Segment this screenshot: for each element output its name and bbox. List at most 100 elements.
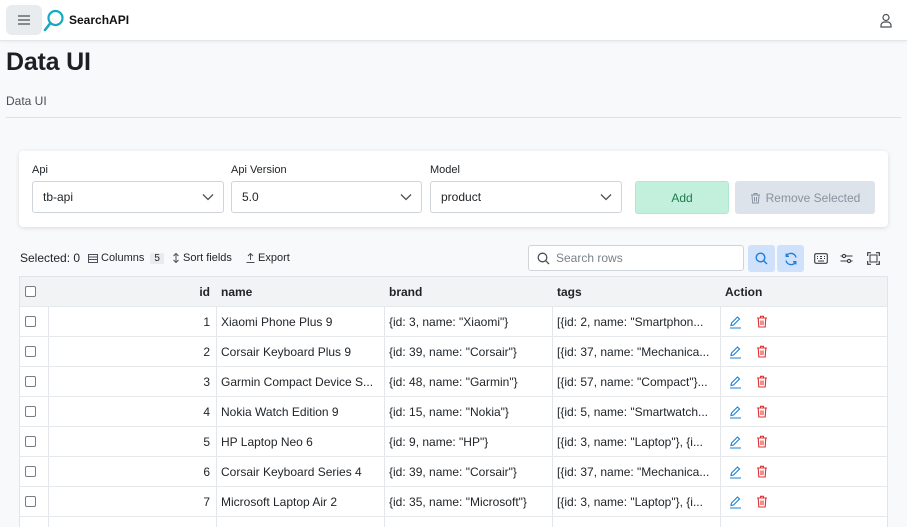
api-label: Api bbox=[32, 164, 48, 176]
table-row: 4 Nokia Watch Edition 9 {id: 15, name: "No… bbox=[20, 397, 887, 427]
edit-icon[interactable] bbox=[729, 435, 742, 449]
fullscreen-button[interactable] bbox=[860, 245, 887, 272]
export-icon bbox=[246, 253, 255, 263]
edit-icon[interactable] bbox=[729, 465, 742, 479]
search-button[interactable] bbox=[748, 245, 775, 272]
table-header-row: id name brand tags Action bbox=[20, 277, 887, 307]
table-row: 1 Xiaomi Phone Plus 9 {id: 3, name: "Xiaom… bbox=[20, 307, 887, 337]
cell-brand: {id: 39, name: "Corsair"} bbox=[389, 345, 517, 359]
header-action: Action bbox=[725, 285, 763, 299]
table-row: 7 Microsoft Laptop Air 2 {id: 35, name: "M… bbox=[20, 487, 887, 517]
search-icon bbox=[755, 252, 768, 265]
cell-brand: {id: 35, name: "Microsoft"} bbox=[389, 495, 527, 509]
row-checkbox[interactable] bbox=[25, 436, 36, 447]
row-checkbox[interactable] bbox=[25, 316, 36, 327]
cell-id: 1 bbox=[203, 315, 210, 329]
cell-name: Nokia Watch Edition 9 bbox=[221, 405, 339, 419]
table-row: 5 HP Laptop Neo 6 {id: 9, name: "HP"} [{id:… bbox=[20, 427, 887, 457]
chevron-down-icon bbox=[202, 194, 214, 201]
export-button[interactable]: Export bbox=[246, 252, 290, 264]
delete-icon[interactable] bbox=[756, 435, 769, 449]
table-row: 2 Corsair Keyboard Plus 9 {id: 39, name: "… bbox=[20, 337, 887, 367]
header-brand[interactable]: brand bbox=[384, 277, 552, 307]
delete-icon[interactable] bbox=[756, 405, 769, 419]
row-checkbox[interactable] bbox=[25, 496, 36, 507]
edit-icon[interactable] bbox=[729, 345, 742, 359]
chevron-down-icon bbox=[400, 194, 412, 201]
delete-icon[interactable] bbox=[756, 465, 769, 479]
select-all-checkbox[interactable] bbox=[25, 286, 36, 297]
cell-tags: [{id: 37, name: "Mechanica... bbox=[557, 345, 710, 359]
add-button[interactable]: Add bbox=[635, 181, 729, 214]
cell-brand: {id: 48, name: "Garmin"} bbox=[389, 375, 518, 389]
sort-fields-button[interactable]: Sort fields bbox=[172, 252, 232, 264]
cell-brand: {id: 15, name: "Nokia"} bbox=[389, 405, 509, 419]
api-select[interactable]: tb-api bbox=[32, 181, 224, 213]
delete-icon[interactable] bbox=[756, 375, 769, 389]
columns-count-badge: 5 bbox=[150, 252, 164, 264]
cell-tags: [{id: 3, name: "Laptop"}, {i... bbox=[557, 495, 703, 509]
cell-tags: [{id: 57, name: "Compact"}... bbox=[557, 375, 708, 389]
cell-id: 2 bbox=[203, 345, 210, 359]
selected-count: Selected: 0 bbox=[20, 251, 81, 265]
filter-settings-button[interactable] bbox=[833, 245, 860, 272]
cell-brand: {id: 39, name: "Corsair"} bbox=[389, 465, 517, 479]
columns-label: Columns bbox=[101, 252, 145, 264]
cell-tags: [{id: 5, name: "Smartwatch... bbox=[557, 405, 708, 419]
delete-icon[interactable] bbox=[756, 315, 769, 329]
cell-name: Corsair Keyboard Series 4 bbox=[221, 465, 362, 479]
cell-name: Xiaomi Phone Plus 9 bbox=[221, 315, 333, 329]
edit-icon[interactable] bbox=[729, 375, 742, 389]
edit-icon[interactable] bbox=[729, 315, 742, 329]
table-toolbar: Selected: 0 Columns 5 Sort fields Export bbox=[20, 245, 888, 273]
edit-icon[interactable] bbox=[729, 405, 742, 419]
row-checkbox[interactable] bbox=[25, 466, 36, 477]
sort-icon bbox=[173, 253, 179, 263]
page-title: Data UI bbox=[6, 48, 91, 76]
menu-icon bbox=[18, 15, 30, 25]
cell-brand: {id: 3, name: "Xiaomi"} bbox=[389, 315, 509, 329]
row-checkbox[interactable] bbox=[25, 346, 36, 357]
columns-button[interactable]: Columns 5 bbox=[88, 252, 164, 264]
app-title: SearchAPI bbox=[69, 13, 130, 27]
keyboard-button[interactable] bbox=[807, 245, 834, 272]
row-checkbox[interactable] bbox=[25, 406, 36, 417]
table-row: 3 Garmin Compact Device S... {id: 48, name… bbox=[20, 367, 887, 397]
header-name[interactable]: name bbox=[216, 277, 384, 307]
remove-selected-button[interactable]: Remove Selected bbox=[735, 181, 875, 214]
cell-tags: [{id: 2, name: "Smartphon... bbox=[557, 315, 704, 329]
delete-icon[interactable] bbox=[756, 495, 769, 509]
breadcrumb[interactable]: Data UI bbox=[6, 94, 47, 108]
data-table: id name brand tags Action 1 Xiaomi Phone … bbox=[19, 276, 888, 527]
config-card: Api tb-api Api Version 5.0 Model product… bbox=[19, 151, 888, 227]
cell-id: 3 bbox=[203, 375, 210, 389]
cell-id: 4 bbox=[203, 405, 210, 419]
api-version-select[interactable]: 5.0 bbox=[231, 181, 422, 213]
cell-id: 6 bbox=[203, 465, 210, 479]
refresh-button[interactable] bbox=[777, 245, 804, 272]
header-tags[interactable]: tags bbox=[552, 277, 720, 307]
filter-icon bbox=[840, 253, 853, 264]
cell-name: Garmin Compact Device S... bbox=[221, 375, 374, 389]
user-icon[interactable] bbox=[879, 13, 893, 28]
search-rows-field[interactable] bbox=[528, 245, 744, 271]
search-logo-icon bbox=[43, 9, 64, 32]
cell-id: 7 bbox=[203, 495, 210, 509]
search-rows-input[interactable] bbox=[556, 249, 736, 267]
chevron-down-icon bbox=[600, 194, 612, 201]
cell-tags: [{id: 3, name: "Laptop"}, {i... bbox=[557, 435, 703, 449]
table-row: 6 Corsair Keyboard Series 4 {id: 39, name:… bbox=[20, 457, 887, 487]
model-select[interactable]: product bbox=[430, 181, 622, 213]
edit-icon[interactable] bbox=[729, 495, 742, 509]
cell-id: 5 bbox=[203, 435, 210, 449]
row-checkbox[interactable] bbox=[25, 376, 36, 387]
divider bbox=[6, 117, 901, 118]
refresh-icon bbox=[784, 252, 797, 265]
menu-button[interactable] bbox=[6, 5, 42, 35]
delete-icon[interactable] bbox=[756, 345, 769, 359]
header-id[interactable]: id bbox=[48, 277, 216, 307]
cell-brand: {id: 9, name: "HP"} bbox=[389, 435, 489, 449]
fullscreen-icon bbox=[867, 252, 880, 265]
top-bar: SearchAPI bbox=[0, 0, 907, 41]
remove-selected-label: Remove Selected bbox=[765, 190, 861, 205]
